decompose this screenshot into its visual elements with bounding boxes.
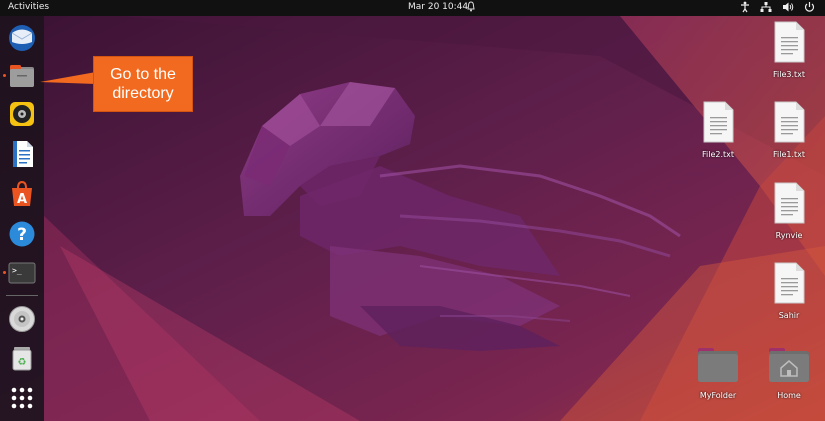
desktop-folder-myfolder[interactable]: MyFolder: [687, 346, 749, 400]
writer-icon[interactable]: [8, 140, 36, 168]
rhythmbox-icon[interactable]: [8, 100, 36, 128]
running-indicator: [3, 271, 6, 274]
svg-text:?: ?: [17, 225, 27, 245]
network-icon[interactable]: [760, 1, 772, 17]
desktop-folder-home[interactable]: Home: [758, 346, 820, 400]
app-grid-icon[interactable]: [8, 384, 36, 412]
desktop-icon-label: File2.txt: [701, 150, 735, 159]
text-file-icon: [774, 182, 805, 224]
disc-icon[interactable]: [8, 305, 36, 333]
software-icon[interactable]: A: [8, 180, 36, 208]
volume-icon[interactable]: [782, 1, 794, 17]
home-folder-icon: [769, 348, 809, 382]
svg-text:>_: >_: [12, 266, 22, 275]
svg-text:♻: ♻: [18, 357, 27, 368]
desktop-icon-label: File1.txt: [772, 150, 806, 159]
desktop-icon-label: File3.txt: [772, 70, 806, 79]
folder-icon: [698, 348, 738, 382]
callout-arrow: [40, 72, 96, 84]
running-indicator: [3, 74, 6, 77]
top-bar: Activities Mar 20 10:44: [0, 0, 825, 16]
terminal-icon[interactable]: >_: [8, 259, 36, 287]
desktop-icon-label: Rynvie: [775, 231, 803, 240]
thunderbird-icon[interactable]: [8, 24, 36, 52]
desktop-file-file1[interactable]: File1.txt: [758, 101, 820, 159]
files-icon[interactable]: [8, 62, 36, 90]
text-file-icon: [703, 101, 734, 143]
trash-icon[interactable]: ♻: [8, 344, 36, 372]
power-icon[interactable]: [804, 1, 815, 17]
activities-button[interactable]: Activities: [8, 2, 49, 12]
accessibility-icon[interactable]: [740, 1, 750, 17]
text-file-icon: [774, 21, 805, 63]
desktop-file-file3[interactable]: File3.txt: [758, 21, 820, 79]
dock-separator: [6, 295, 38, 296]
notification-bell-icon[interactable]: [467, 1, 475, 15]
desktop-file-file2[interactable]: File2.txt: [687, 101, 749, 159]
desktop-icon-label: Home: [777, 391, 801, 400]
desktop-icon-label: MyFolder: [699, 391, 737, 400]
desktop-icon-label: Sahir: [778, 311, 800, 320]
dock: A ? >_ ♻: [0, 16, 44, 421]
help-icon[interactable]: ?: [8, 220, 36, 248]
desktop-file-rynvie[interactable]: Rynvie: [758, 182, 820, 240]
callout-box: Go to the directory: [93, 56, 193, 112]
desktop-file-sahir[interactable]: Sahir: [758, 262, 820, 320]
text-file-icon: [774, 262, 805, 304]
svg-text:A: A: [17, 192, 27, 207]
clock[interactable]: Mar 20 10:44: [408, 2, 468, 12]
text-file-icon: [774, 101, 805, 143]
